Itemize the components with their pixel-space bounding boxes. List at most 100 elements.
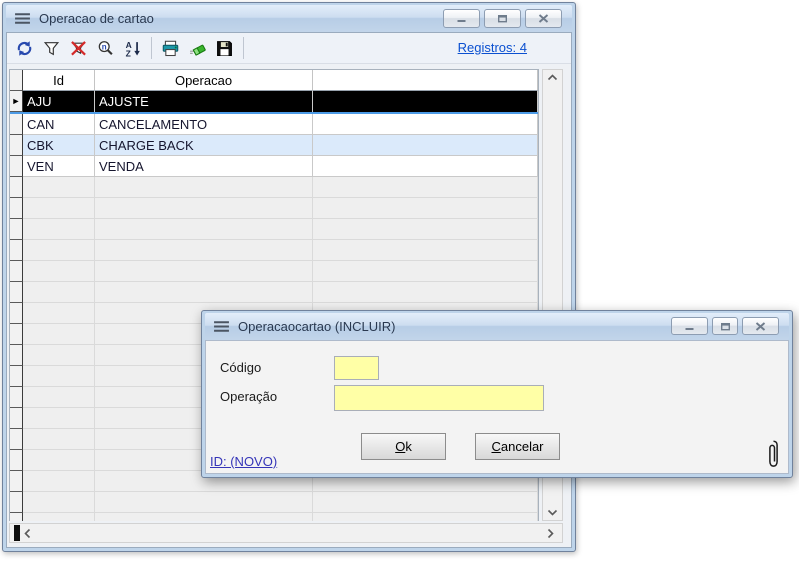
table-row[interactable] bbox=[10, 282, 538, 303]
cell-filler bbox=[313, 513, 538, 521]
minimize-button[interactable] bbox=[443, 9, 480, 28]
table-row[interactable] bbox=[10, 261, 538, 282]
cell-filler bbox=[313, 261, 538, 282]
scroll-up-icon[interactable] bbox=[543, 74, 562, 81]
row-indicator bbox=[10, 408, 23, 429]
cell-operacao bbox=[95, 177, 313, 198]
clear-filter-icon bbox=[70, 40, 87, 57]
operacao-label: Operação bbox=[220, 389, 277, 404]
refresh-icon bbox=[16, 40, 33, 57]
cell-operacao: CANCELAMENTO bbox=[95, 114, 313, 135]
scroll-down-icon[interactable] bbox=[543, 509, 562, 516]
close-icon bbox=[755, 322, 766, 331]
dialog-menu-button[interactable] bbox=[213, 320, 230, 333]
id-novo-link[interactable]: ID: (NOVO) bbox=[210, 454, 277, 469]
cell-id bbox=[23, 303, 95, 324]
find-button[interactable]: n bbox=[92, 35, 119, 62]
row-indicator bbox=[10, 324, 23, 345]
cell-id bbox=[23, 450, 95, 471]
dialog-close-button[interactable] bbox=[742, 317, 779, 335]
print-button[interactable] bbox=[157, 35, 184, 62]
erase-button[interactable] bbox=[184, 35, 211, 62]
table-row[interactable]: CBK CHARGE BACK bbox=[10, 135, 538, 156]
scroll-left-icon[interactable] bbox=[24, 524, 31, 542]
sort-button[interactable]: A Z bbox=[119, 35, 146, 62]
cell-operacao bbox=[95, 492, 313, 513]
table-row[interactable] bbox=[10, 240, 538, 261]
toolbar-separator bbox=[151, 37, 152, 59]
filter-icon bbox=[43, 40, 60, 57]
dialog-window-controls bbox=[671, 317, 779, 335]
cell-id: CBK bbox=[23, 135, 95, 156]
main-titlebar[interactable]: Operacao de cartao bbox=[6, 5, 572, 32]
toolbar-separator bbox=[243, 37, 244, 59]
table-row[interactable] bbox=[10, 513, 538, 521]
refresh-button[interactable] bbox=[11, 35, 38, 62]
menu-button[interactable] bbox=[14, 12, 31, 25]
cell-id: AJU bbox=[23, 91, 95, 112]
ok-button[interactable]: Ok bbox=[361, 433, 446, 460]
cell-id bbox=[23, 240, 95, 261]
dialog-maximize-button[interactable] bbox=[712, 317, 738, 335]
maximize-button[interactable] bbox=[484, 9, 521, 28]
table-row[interactable] bbox=[10, 177, 538, 198]
close-icon bbox=[538, 14, 549, 23]
filter-button[interactable] bbox=[38, 35, 65, 62]
codigo-input[interactable] bbox=[334, 356, 379, 380]
clear-filter-button[interactable] bbox=[65, 35, 92, 62]
print-icon bbox=[162, 40, 179, 57]
dialog-titlebar[interactable]: Operacaocartao (INCLUIR) bbox=[205, 313, 789, 340]
cell-filler bbox=[313, 156, 538, 177]
maximize-icon bbox=[497, 14, 508, 23]
grid-header-operacao[interactable]: Operacao bbox=[95, 70, 313, 91]
scrollbar-thumb[interactable] bbox=[14, 525, 20, 541]
save-button[interactable] bbox=[211, 35, 238, 62]
operacao-input[interactable] bbox=[334, 385, 544, 411]
cell-id bbox=[23, 471, 95, 492]
row-indicator bbox=[10, 282, 23, 303]
dialog-title: Operacaocartao (INCLUIR) bbox=[238, 319, 396, 334]
table-row[interactable] bbox=[10, 492, 538, 513]
svg-text:Z: Z bbox=[126, 48, 131, 57]
scroll-right-icon[interactable] bbox=[547, 524, 554, 542]
row-indicator bbox=[10, 114, 23, 135]
row-indicator bbox=[10, 177, 23, 198]
registros-link[interactable]: Registros: 4 bbox=[458, 40, 527, 55]
table-row[interactable]: ► AJU AJUSTE bbox=[10, 91, 538, 114]
close-button[interactable] bbox=[525, 9, 562, 28]
cell-filler bbox=[313, 492, 538, 513]
maximize-icon bbox=[720, 322, 731, 331]
toolbar: n A Z bbox=[7, 33, 571, 64]
row-indicator bbox=[10, 513, 23, 521]
table-row[interactable]: VEN VENDA bbox=[10, 156, 538, 177]
table-row[interactable] bbox=[10, 198, 538, 219]
paperclip-icon bbox=[767, 439, 780, 472]
cell-operacao bbox=[95, 198, 313, 219]
cell-id bbox=[23, 408, 95, 429]
cell-operacao: AJUSTE bbox=[95, 91, 313, 112]
dialog-body: Código Operação Ok Cancelar ID: (NOVO) bbox=[205, 340, 789, 474]
cell-operacao bbox=[95, 282, 313, 303]
row-indicator bbox=[10, 156, 23, 177]
minimize-icon bbox=[684, 322, 695, 331]
cell-operacao bbox=[95, 219, 313, 240]
cancel-button[interactable]: Cancelar bbox=[475, 433, 560, 460]
cell-filler bbox=[313, 114, 538, 135]
row-indicator bbox=[10, 345, 23, 366]
table-row[interactable]: CAN CANCELAMENTO bbox=[10, 114, 538, 135]
include-dialog: Operacaocartao (INCLUIR) Código Operação… bbox=[201, 310, 793, 478]
cell-operacao bbox=[95, 261, 313, 282]
grid-header-id[interactable]: Id bbox=[23, 70, 95, 91]
row-indicator: ► bbox=[10, 91, 23, 112]
cell-filler bbox=[313, 135, 538, 156]
horizontal-scrollbar[interactable] bbox=[9, 523, 563, 543]
cell-id bbox=[23, 177, 95, 198]
row-indicator bbox=[10, 219, 23, 240]
dialog-minimize-button[interactable] bbox=[671, 317, 708, 335]
row-indicator bbox=[10, 471, 23, 492]
main-window-controls bbox=[443, 9, 562, 28]
table-row[interactable] bbox=[10, 219, 538, 240]
cell-filler bbox=[313, 240, 538, 261]
codigo-label: Código bbox=[220, 360, 261, 375]
cell-id bbox=[23, 387, 95, 408]
